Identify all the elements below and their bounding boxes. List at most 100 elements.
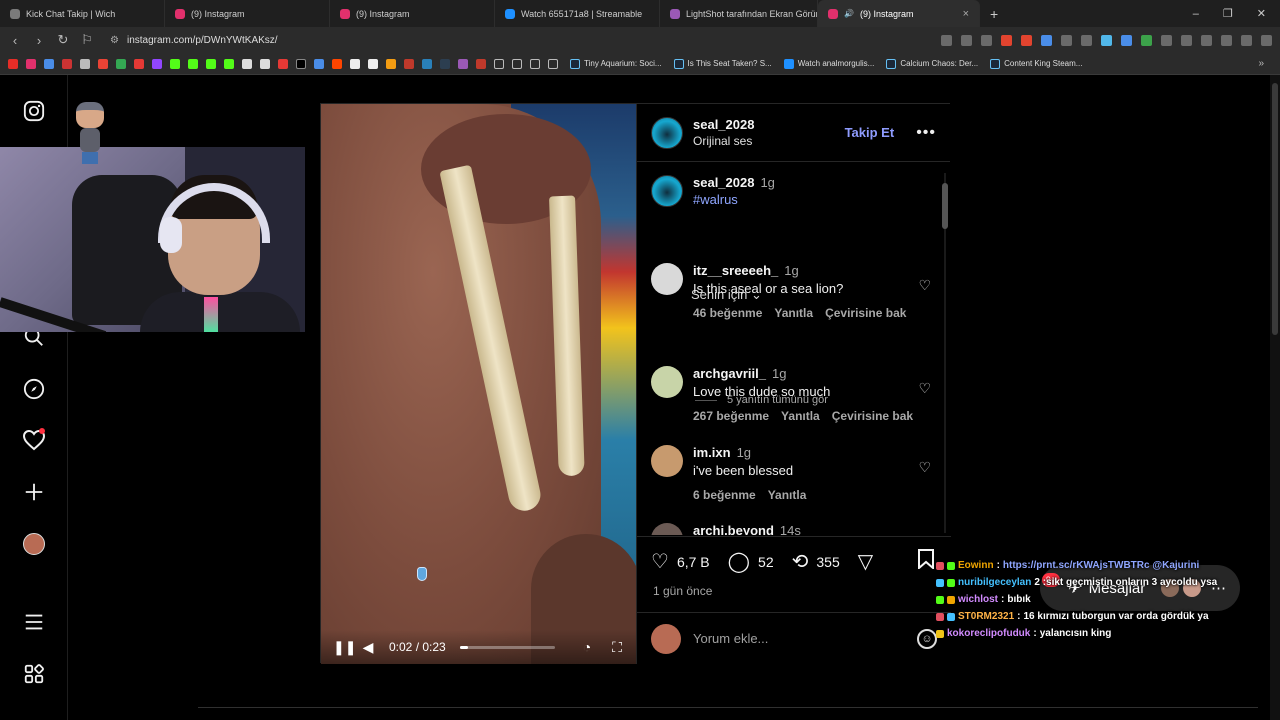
playback-speed-icon[interactable]: ◔ — [580, 639, 594, 656]
more-bookmarks-icon[interactable]: » — [1258, 58, 1264, 69]
bookmark-icon[interactable] — [422, 58, 432, 69]
bookmark-icon[interactable] — [80, 58, 90, 69]
extension-icon[interactable] — [1061, 34, 1072, 46]
author-avatar[interactable] — [651, 175, 683, 207]
tab-instagram-2[interactable]: (9) Instagram — [330, 0, 495, 27]
video-progress-bar[interactable] — [459, 645, 555, 649]
bookmark-icon[interactable] — [242, 58, 252, 69]
tab-lightshot[interactable]: LightShot tarafından Ekran Görüntüsü — [660, 0, 818, 27]
commenter-avatar[interactable] — [651, 523, 683, 535]
tab-instagram-active[interactable]: 🔊 (9) Instagram × — [818, 0, 980, 27]
reply-button[interactable]: Yanıtla — [774, 306, 813, 320]
bookmark-page-icon[interactable]: ⚐ — [80, 32, 94, 48]
page-scroll-thumb[interactable] — [1272, 83, 1278, 335]
comment-bubble-icon[interactable]: ◯ — [728, 549, 750, 574]
extension-icon[interactable] — [1021, 34, 1032, 46]
comment-like-heart-icon[interactable]: ♡ — [918, 459, 931, 476]
comment-likes[interactable]: 46 beğenme — [693, 306, 762, 320]
bookmark-watch[interactable]: Watch analmorgulis... — [783, 58, 874, 69]
comment-username[interactable]: itz__sreeeeh_ — [693, 263, 778, 278]
drive-icon[interactable] — [116, 58, 126, 69]
bookmark-tiny-aquarium[interactable]: Tiny Aquarium: Soci... — [570, 58, 662, 69]
extension-icon[interactable] — [1141, 34, 1152, 46]
bookmark-icon[interactable] — [350, 58, 360, 69]
bookmark-seat-taken[interactable]: Is This Seat Taken? S... — [673, 58, 772, 69]
extension-icon[interactable] — [1041, 34, 1052, 46]
minimize-icon[interactable]: – — [1193, 8, 1199, 20]
bookmark-icon[interactable] — [260, 58, 270, 69]
extension-icon[interactable] — [1121, 34, 1132, 46]
close-window-icon[interactable]: ✕ — [1257, 7, 1266, 20]
like-heart-icon[interactable]: ♡ — [651, 549, 669, 574]
bookmark-icon[interactable] — [44, 58, 54, 69]
more-options-icon[interactable]: ••• — [916, 124, 936, 142]
translate-button[interactable]: Çevirisine bak — [832, 409, 913, 423]
bookmark-icon[interactable] — [458, 58, 468, 69]
comment-like-heart-icon[interactable]: ♡ — [918, 380, 931, 397]
folder-icon[interactable] — [512, 58, 522, 69]
extensions-puzzle-icon[interactable] — [1181, 34, 1192, 46]
bookmark-calcium-chaos[interactable]: Calcium Chaos: Der... — [886, 58, 978, 69]
comment-username[interactable]: archgavriil_ — [693, 366, 766, 381]
like-count[interactable]: 6,7 B — [677, 554, 710, 570]
cast-icon[interactable] — [941, 34, 952, 46]
repost-icon[interactable]: ⟲ — [792, 549, 809, 574]
audio-label[interactable]: Orijinal ses — [693, 134, 754, 148]
tab-kick-chat[interactable]: Kick Chat Takip | Wich — [0, 0, 165, 27]
comments-scrollbar[interactable] — [941, 173, 949, 533]
author-username[interactable]: seal_2028 — [693, 117, 754, 132]
share-icon[interactable] — [981, 34, 992, 46]
browser-menu-icon[interactable] — [1261, 34, 1272, 46]
folder-icon[interactable] — [530, 58, 540, 69]
folder-icon[interactable] — [548, 58, 558, 69]
caption-username[interactable]: seal_2028 — [693, 175, 754, 190]
comment-likes[interactable]: 267 beğenme — [693, 409, 769, 423]
follow-button[interactable]: Takip Et — [845, 125, 895, 140]
also-from-meta-icon[interactable] — [22, 662, 46, 686]
kick-icon[interactable] — [206, 58, 216, 69]
pause-icon[interactable]: ❚❚ — [333, 639, 356, 656]
save-bookmark-icon[interactable] — [917, 549, 935, 575]
bookmark-icon[interactable] — [386, 58, 396, 69]
instagram-logo-icon[interactable] — [22, 99, 46, 123]
more-menu-icon[interactable] — [22, 610, 46, 634]
fullscreen-icon[interactable]: ⛶ — [610, 639, 624, 656]
zoom-icon[interactable] — [961, 34, 972, 46]
profile-icon[interactable] — [1241, 34, 1252, 46]
extension-icon[interactable] — [1081, 34, 1092, 46]
x-icon[interactable] — [296, 58, 306, 69]
bookmark-icon[interactable] — [368, 58, 378, 69]
bookmark-icon[interactable] — [476, 58, 486, 69]
tab-streamable[interactable]: Watch 655171a8 | Streamable — [495, 0, 660, 27]
commenter-avatar[interactable] — [651, 263, 683, 295]
brave-shield-icon[interactable] — [1001, 34, 1012, 46]
commenter-avatar[interactable] — [651, 366, 683, 398]
create-plus-icon[interactable] — [22, 480, 46, 504]
profile-avatar[interactable] — [22, 532, 46, 556]
share-send-icon[interactable]: ▽ — [858, 549, 873, 574]
volume-icon[interactable]: ◀ — [361, 639, 375, 656]
bookmark-icon[interactable] — [224, 58, 234, 69]
kick-icon[interactable] — [188, 58, 198, 69]
media-icon[interactable] — [1221, 34, 1232, 46]
bookmark-icon[interactable] — [134, 58, 144, 69]
comment-likes[interactable]: 6 beğenme — [693, 488, 756, 502]
youtube-icon[interactable] — [8, 58, 18, 69]
back-icon[interactable]: ‹ — [8, 33, 22, 48]
new-tab-button[interactable]: + — [980, 6, 1008, 22]
reload-icon[interactable]: ↻ — [56, 32, 70, 48]
maximize-icon[interactable]: ❐ — [1223, 7, 1233, 20]
translate-button[interactable]: Çevirisine bak — [825, 306, 906, 320]
kick-icon[interactable] — [170, 58, 180, 69]
comment-username[interactable]: archi.beyond — [693, 523, 774, 535]
comment-input[interactable]: Yorum ekle... — [693, 631, 768, 646]
scroll-thumb[interactable] — [942, 183, 948, 229]
comment-username[interactable]: im.ixn — [693, 445, 731, 460]
tab-instagram-1[interactable]: (9) Instagram — [165, 0, 330, 27]
commenter-avatar[interactable] — [651, 445, 683, 477]
reply-button[interactable]: Yanıtla — [781, 409, 820, 423]
bookmark-icon[interactable] — [404, 58, 414, 69]
url-field[interactable]: ⚙ instagram.com/p/DWnYWtKAKsz/ — [110, 35, 278, 46]
sidebar-icon[interactable] — [1201, 34, 1212, 46]
author-avatar[interactable] — [651, 116, 683, 149]
